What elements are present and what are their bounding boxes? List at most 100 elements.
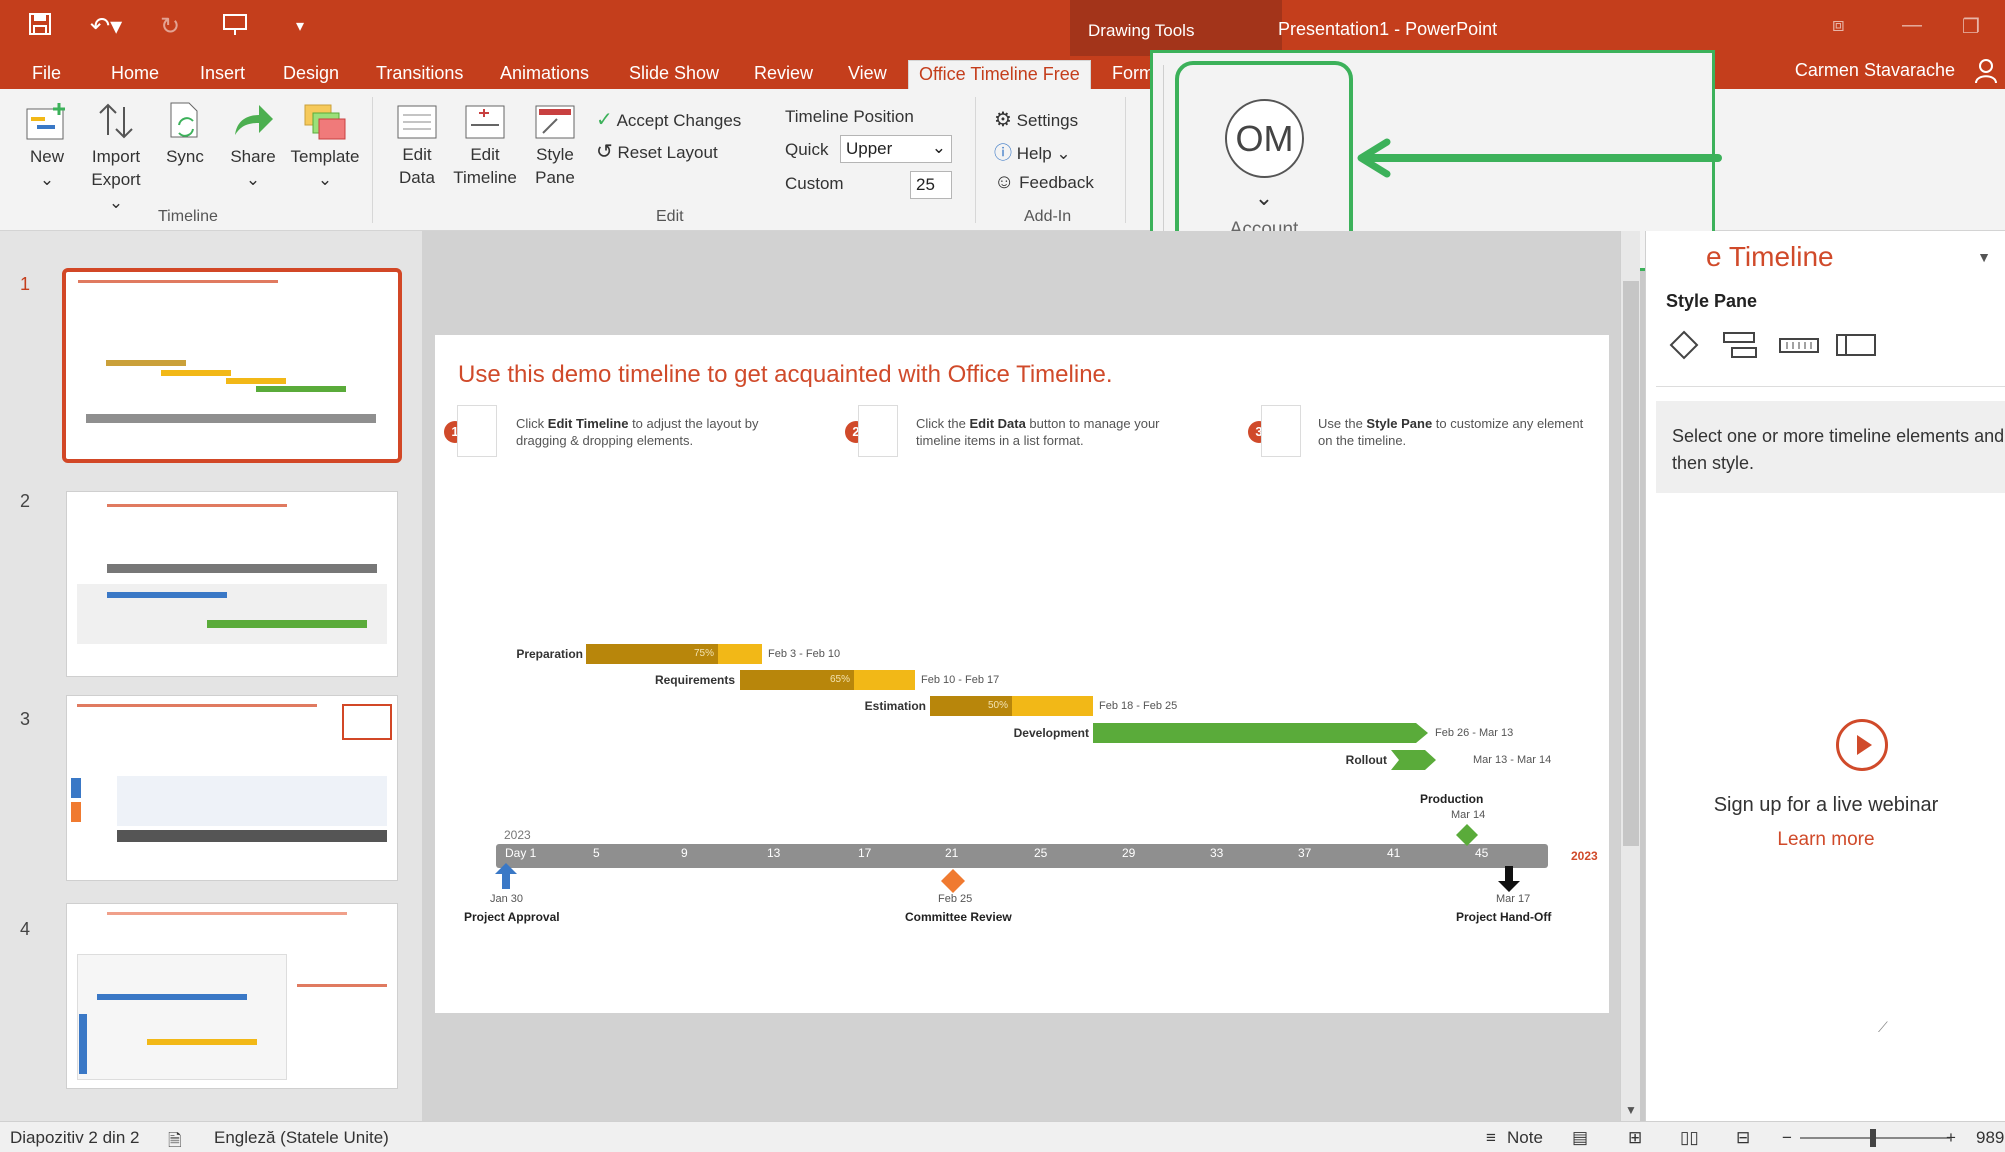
slide-show-icon[interactable]: ⊟ bbox=[1736, 1128, 1750, 1148]
slide-thumbnail-pane: 1 2 3 4 bbox=[0, 231, 422, 1121]
custom-position-input[interactable]: 25 bbox=[910, 171, 952, 199]
tick-label: 5 bbox=[593, 846, 600, 860]
style-pane-button[interactable]: Style Pane bbox=[530, 105, 580, 189]
tab-file[interactable]: File bbox=[32, 60, 61, 89]
feedback-button[interactable]: ☺ Feedback bbox=[994, 171, 1094, 194]
tab-home[interactable]: Home bbox=[111, 60, 159, 89]
milestone-name[interactable]: Production bbox=[1420, 792, 1483, 806]
redo-icon[interactable]: ↻ bbox=[160, 12, 180, 42]
task-style-icon[interactable] bbox=[1720, 329, 1760, 361]
task-name[interactable]: Rollout bbox=[435, 753, 1387, 767]
tab-view[interactable]: View bbox=[848, 60, 887, 89]
task-name[interactable]: Preparation bbox=[435, 647, 583, 661]
template-button[interactable]: Template ⌄ bbox=[288, 101, 362, 191]
gear-icon: ⚙ bbox=[994, 109, 1012, 131]
task-name[interactable]: Requirements bbox=[435, 673, 735, 687]
timeline-group-label: Timeline bbox=[158, 208, 218, 225]
year-start-label[interactable]: 2023 bbox=[504, 828, 531, 842]
zoom-slider-thumb[interactable] bbox=[1870, 1129, 1876, 1147]
context-tab-label: Drawing Tools bbox=[1088, 21, 1195, 40]
tab-slide-show[interactable]: Slide Show bbox=[629, 60, 719, 89]
notes-button[interactable]: Note bbox=[1507, 1128, 1543, 1148]
ribbon-display-icon[interactable]: ⧈ bbox=[1832, 14, 1845, 37]
slide-thumbnail-2[interactable] bbox=[66, 491, 398, 677]
user-name[interactable]: Carmen Stavarache bbox=[1795, 60, 1955, 81]
sync-button[interactable]: Sync bbox=[162, 101, 208, 168]
settings-button[interactable]: ⚙ Settings bbox=[994, 107, 1078, 132]
swimlane-style-icon[interactable] bbox=[1834, 329, 1878, 361]
resize-grip-icon[interactable]: ⟋ bbox=[1878, 1019, 1888, 1036]
minimize-icon[interactable]: — bbox=[1902, 14, 1922, 37]
pane-options-icon[interactable]: ▼ bbox=[1977, 249, 1991, 265]
tab-office-timeline[interactable]: Office Timeline Free bbox=[908, 60, 1091, 89]
step-text[interactable]: Use the Style Pane to customize any elem… bbox=[1318, 415, 1598, 449]
zoom-level[interactable]: 989 bbox=[1976, 1128, 2004, 1148]
new-button[interactable]: New ⌄ bbox=[22, 101, 72, 191]
save-icon[interactable] bbox=[28, 12, 52, 44]
account-button[interactable]: OM ⌄ Account bbox=[1175, 61, 1353, 257]
task-name[interactable]: Development bbox=[435, 726, 1089, 740]
year-end-label[interactable]: 2023 bbox=[1571, 849, 1598, 863]
milestone-style-icon[interactable] bbox=[1668, 329, 1700, 361]
milestone-diamond-icon[interactable] bbox=[1456, 824, 1478, 846]
tab-design[interactable]: Design bbox=[283, 60, 339, 89]
webinar-text: Sign up for a live webinar bbox=[1713, 794, 1939, 816]
slide-thumbnail-3[interactable] bbox=[66, 695, 398, 881]
import-export-button[interactable]: Import Export ⌄ bbox=[86, 101, 146, 214]
presentation-icon[interactable] bbox=[222, 12, 248, 44]
zoom-in-icon[interactable]: + bbox=[1946, 1128, 1956, 1148]
smiley-icon: ☺ bbox=[994, 171, 1015, 193]
learn-more-link[interactable]: Learn more bbox=[1646, 829, 2005, 851]
scrollbar-thumb[interactable] bbox=[1623, 281, 1639, 846]
slide-canvas[interactable]: Use this demo timeline to get acquainted… bbox=[435, 335, 1609, 1013]
vertical-scrollbar[interactable]: ▼ bbox=[1620, 231, 1640, 1121]
milestone-name[interactable]: Project Approval bbox=[464, 910, 560, 924]
undo-icon[interactable]: ↶▾ bbox=[90, 12, 122, 42]
task-name[interactable]: Estimation bbox=[435, 699, 926, 713]
milestone-name[interactable]: Project Hand-Off bbox=[1456, 910, 1551, 924]
share-button[interactable]: Share ⌄ bbox=[228, 101, 278, 191]
tab-format[interactable]: Form bbox=[1112, 60, 1154, 89]
slide-sorter-icon[interactable]: ⊞ bbox=[1628, 1128, 1642, 1148]
reset-layout-button[interactable]: ↺ Reset Layout bbox=[596, 139, 718, 164]
milestone-diamond-icon[interactable] bbox=[941, 869, 965, 893]
quick-position-select[interactable]: Upper ⌄ bbox=[840, 135, 952, 163]
reading-view-icon[interactable]: ▯▯ bbox=[1680, 1128, 1699, 1148]
task-bar-arrow[interactable] bbox=[1391, 749, 1437, 771]
notes-icon[interactable]: ≡ bbox=[1486, 1128, 1496, 1148]
timescale-style-icon[interactable] bbox=[1777, 329, 1821, 361]
milestone-arrow-up-icon[interactable] bbox=[495, 863, 517, 889]
milestone-arrow-down-icon[interactable] bbox=[1498, 866, 1520, 892]
tab-review[interactable]: Review bbox=[754, 60, 813, 89]
normal-view-icon[interactable]: ▤ bbox=[1572, 1128, 1588, 1148]
tab-transitions[interactable]: Transitions bbox=[376, 60, 463, 89]
tab-insert[interactable]: Insert bbox=[200, 60, 245, 89]
step-text[interactable]: Click Edit Timeline to adjust the layout… bbox=[516, 415, 796, 449]
sync-icon bbox=[170, 102, 198, 138]
zoom-slider[interactable] bbox=[1800, 1129, 1950, 1147]
panel-divider bbox=[1163, 65, 1164, 255]
accept-changes-button[interactable]: ✓ Accept Changes bbox=[596, 107, 741, 132]
language-indicator[interactable]: Engleză (Statele Unite) bbox=[214, 1128, 389, 1148]
customize-qat-icon[interactable]: ▾ bbox=[296, 12, 304, 42]
edit-data-button[interactable]: Edit Data bbox=[392, 105, 442, 189]
step-text[interactable]: Click the Edit Data button to manage you… bbox=[916, 415, 1196, 449]
import-export-icon bbox=[99, 103, 133, 139]
task-dates: Feb 10 - Feb 17 bbox=[921, 674, 1000, 686]
tab-animations[interactable]: Animations bbox=[500, 60, 589, 89]
zoom-out-icon[interactable]: − bbox=[1782, 1128, 1792, 1148]
slide-thumbnail-1[interactable] bbox=[62, 268, 402, 463]
task-bar-arrow[interactable] bbox=[1093, 722, 1429, 744]
slide-thumbnail-4[interactable] bbox=[66, 903, 398, 1089]
edit-timeline-button[interactable]: Edit Timeline bbox=[452, 105, 518, 189]
spelling-icon[interactable]: 🗎 bbox=[168, 1128, 182, 1152]
slide-title[interactable]: Use this demo timeline to get acquainted… bbox=[458, 361, 1113, 389]
slide-info[interactable]: Diapozitiv 2 din 2 bbox=[10, 1128, 139, 1148]
milestone-name[interactable]: Committee Review bbox=[905, 910, 1012, 924]
scroll-down-icon[interactable]: ▼ bbox=[1625, 1103, 1637, 1117]
user-icon[interactable] bbox=[1974, 58, 1998, 89]
help-button[interactable]: ⓘ Help ⌄ bbox=[994, 139, 1071, 165]
restore-icon[interactable]: ❐ bbox=[1962, 14, 1980, 39]
milestone-date: Mar 17 bbox=[1496, 893, 1531, 905]
play-icon[interactable] bbox=[1836, 719, 1888, 771]
